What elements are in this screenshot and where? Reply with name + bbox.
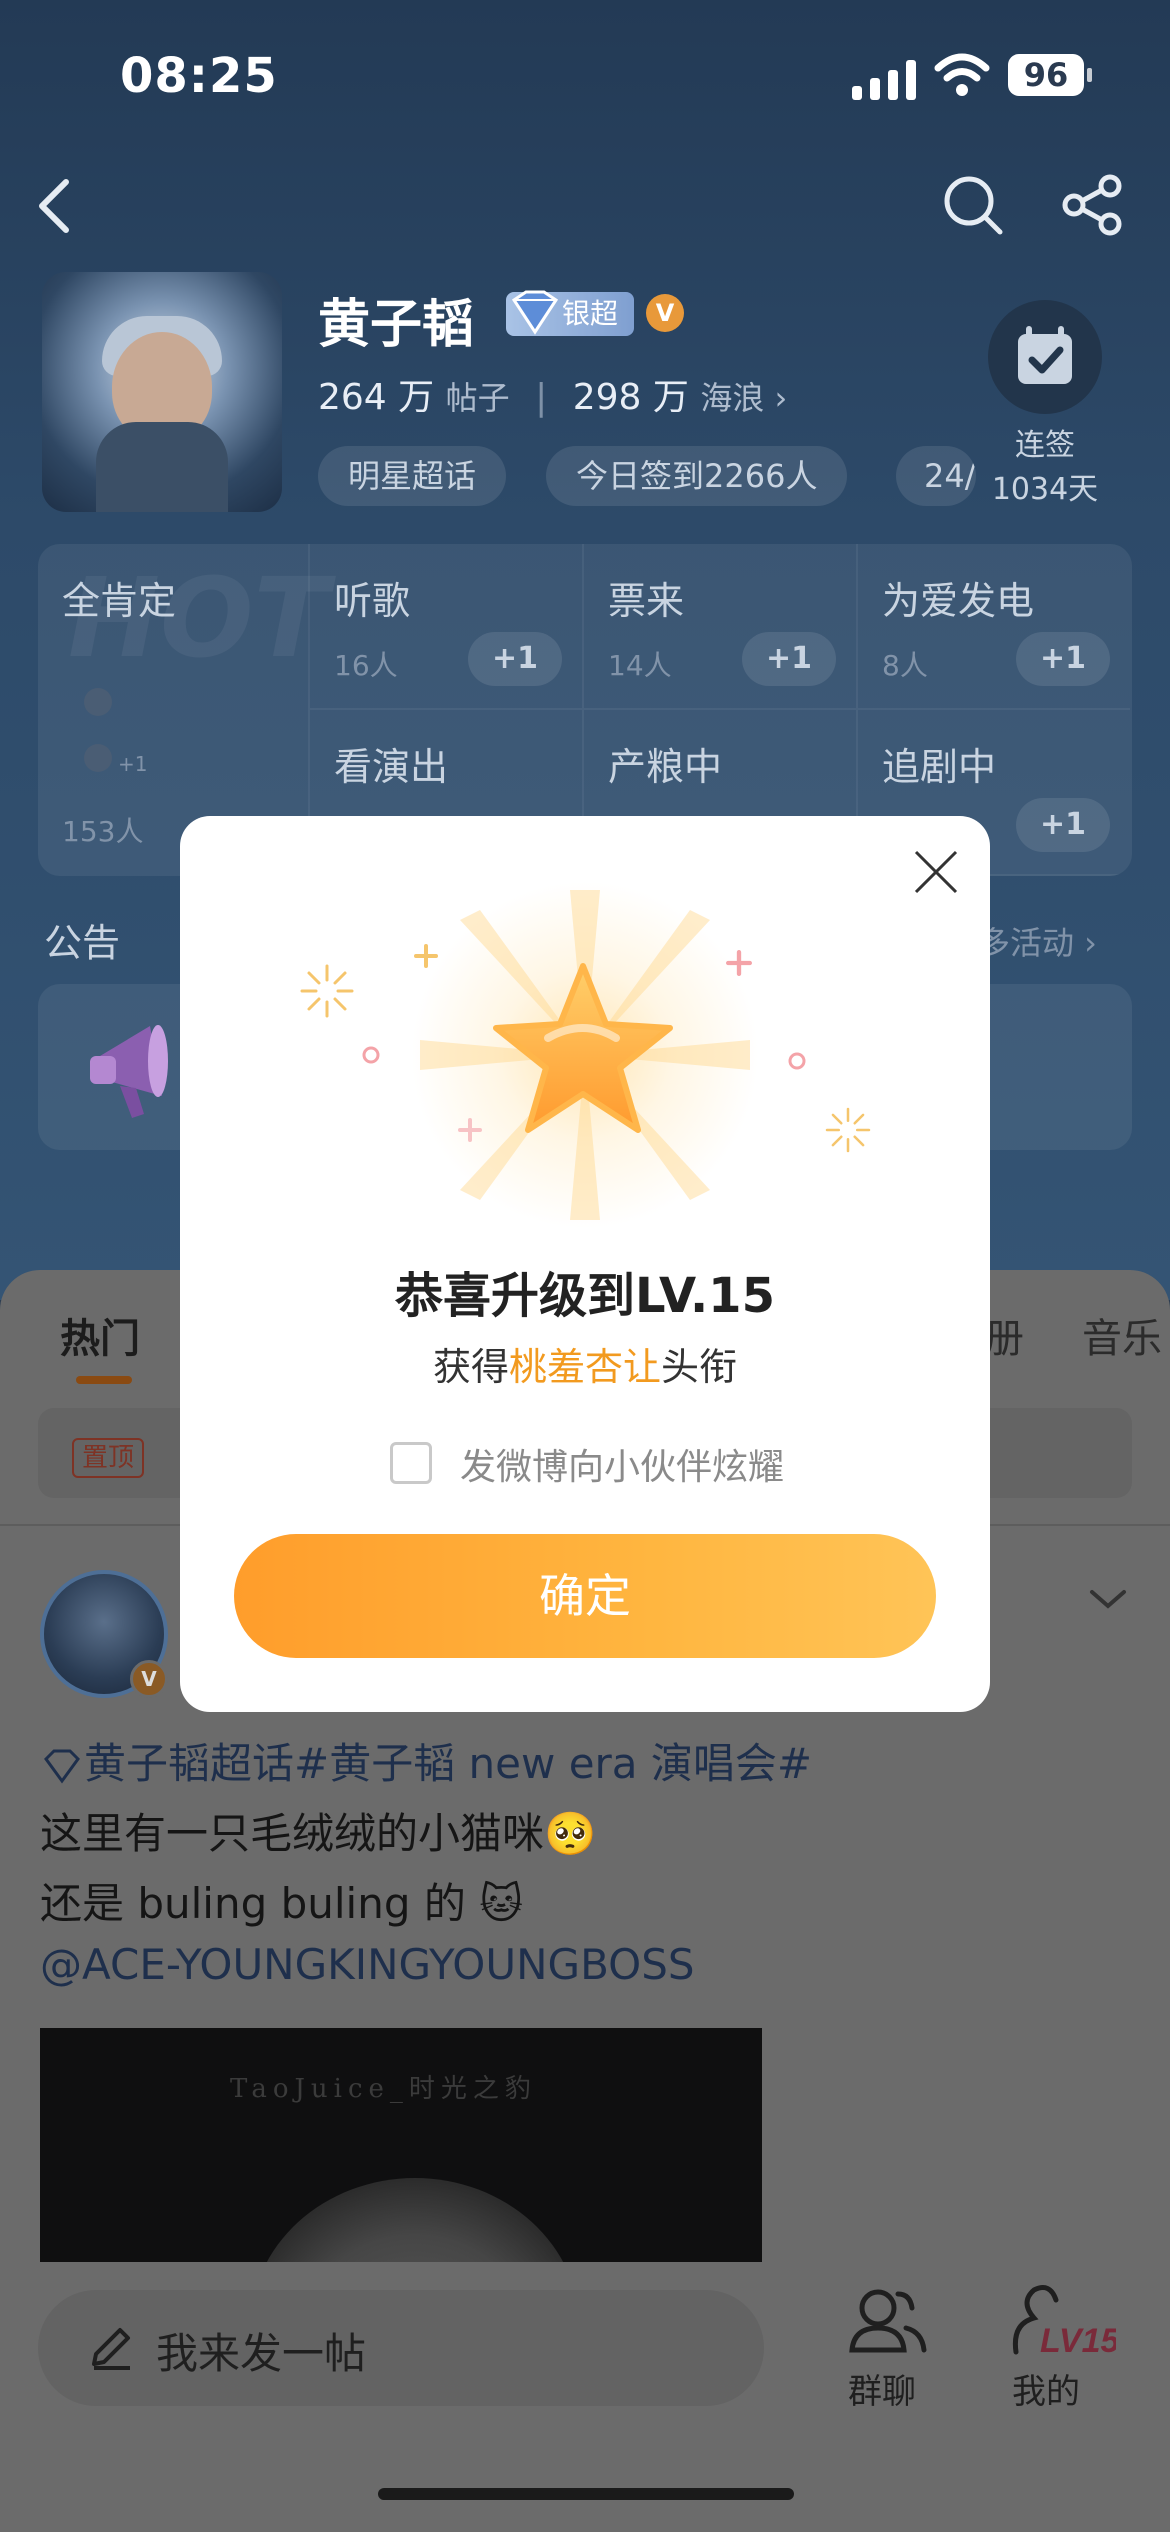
dialog-title: 恭喜升级到LV.15 xyxy=(395,1268,775,1324)
chip-category[interactable]: 明星超话 xyxy=(318,446,507,506)
image-watermark: TaoJuice_时光之豹 xyxy=(230,2074,537,2104)
pencil-icon xyxy=(92,2328,130,2370)
battery-indicator: 96 xyxy=(1008,54,1092,96)
tab-album[interactable]: 册 xyxy=(984,1306,1024,1364)
topic-stats: 264 万 帖子 | 298 万 海浪 › xyxy=(318,377,788,418)
activity-cell[interactable]: 为爱发电 8人 +1 xyxy=(856,544,1130,710)
posts-count: 264 万 xyxy=(318,377,435,418)
tab-music[interactable]: 音乐 xyxy=(1082,1306,1162,1364)
share-checkbox[interactable] xyxy=(390,1442,432,1484)
post-hashtag-line[interactable]: 黄子韬超话#黄子韬 new era 演唱会# xyxy=(40,1730,812,1791)
diamond-icon xyxy=(511,290,559,335)
share-icon[interactable] xyxy=(1060,172,1126,238)
participant-avatar xyxy=(84,744,112,772)
verified-badge: V xyxy=(130,1660,168,1698)
topic-avatar[interactable] xyxy=(42,272,282,512)
status-time: 08:25 xyxy=(120,48,278,104)
dot-sparkle-icon xyxy=(362,1046,380,1064)
plus-one-button[interactable]: +1 xyxy=(742,632,836,686)
plus-sparkle-icon xyxy=(726,950,752,976)
search-icon[interactable] xyxy=(940,172,1006,238)
calendar-check-icon xyxy=(1018,326,1072,384)
group-chat-label[interactable]: 群聊 xyxy=(848,2364,916,2413)
plus-one-button[interactable]: +1 xyxy=(1016,798,1110,852)
verified-badge: V xyxy=(646,294,684,332)
profile-level-icon[interactable]: LV15 xyxy=(1006,2282,1116,2358)
dialog-subtitle: 获得桃羞杏让头衔 xyxy=(432,1345,738,1389)
close-icon[interactable] xyxy=(908,844,964,900)
level-tag[interactable]: 银超 xyxy=(506,290,635,336)
post-text-line: 这里有一只毛绒绒的小猫咪🥺 xyxy=(40,1809,597,1858)
chip-checkin-today[interactable]: 今日签到2266人 xyxy=(546,446,848,506)
sparkle-icon xyxy=(300,964,354,1018)
waves-label[interactable]: 海浪 › xyxy=(700,379,787,417)
topic-name: 黄子韬 xyxy=(318,295,475,355)
post-text-line: 还是 buling buling 的 🐱 xyxy=(40,1879,523,1928)
posts-label: 帖子 xyxy=(445,379,510,417)
plus-one-button[interactable]: +1 xyxy=(468,632,562,686)
confirm-button[interactable]: 确定 xyxy=(234,1534,936,1658)
tab-hot[interactable]: 热门 xyxy=(60,1306,140,1364)
home-indicator xyxy=(378,2488,794,2500)
checkin-label: 连签 xyxy=(1015,428,1075,463)
pinned-badge: 置顶 xyxy=(72,1438,145,1478)
plus-one-button[interactable]: +1 xyxy=(1016,632,1110,686)
activity-cell[interactable]: 票来 14人 +1 xyxy=(582,544,856,710)
checkin-days: 1034天 xyxy=(991,472,1099,507)
dot-sparkle-icon xyxy=(788,1052,806,1070)
wifi-icon xyxy=(934,53,990,96)
group-chat-icon[interactable] xyxy=(846,2280,930,2356)
compose-input[interactable] xyxy=(38,2290,764,2406)
signal-icon xyxy=(852,60,916,100)
plus-sparkle-icon xyxy=(458,1118,482,1142)
compose-placeholder[interactable]: 我来发一帖 xyxy=(156,2320,366,2381)
chevron-down-icon[interactable] xyxy=(1088,1584,1128,1614)
more-activities-link[interactable]: 多活动 › xyxy=(978,918,1097,964)
post-mention[interactable]: @ACE-YOUNGKINGYOUNGBOSS xyxy=(40,1940,695,1989)
participant-avatar xyxy=(84,688,112,716)
megaphone-icon xyxy=(90,1025,168,1118)
back-icon[interactable] xyxy=(30,176,80,236)
waves-count[interactable]: 298 万 xyxy=(573,377,689,418)
notice-title: 公告 xyxy=(44,921,121,965)
plus-sparkle-icon xyxy=(414,944,438,968)
level-star-icon xyxy=(493,963,673,1133)
share-checkbox-label[interactable]: 发微博向小伙伴炫耀 xyxy=(460,1438,784,1490)
sparkle-icon xyxy=(825,1107,871,1153)
svg-text:LV15: LV15 xyxy=(1040,2322,1116,2358)
status-bar: 08:25 96 xyxy=(0,48,1170,108)
activity-cell[interactable]: 听歌 16人 +1 xyxy=(308,544,582,710)
tab-indicator xyxy=(76,1376,132,1384)
diamond-icon xyxy=(44,1749,80,1784)
checkin-button[interactable] xyxy=(988,300,1102,414)
mine-label[interactable]: 我的 xyxy=(1012,2364,1080,2413)
title-highlight: 桃羞杏让 xyxy=(508,1345,661,1389)
